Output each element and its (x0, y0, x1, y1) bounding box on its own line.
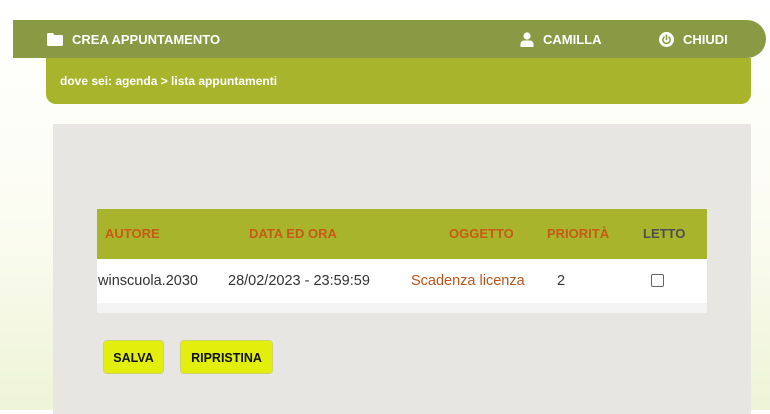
header-data-ora[interactable]: DATA ED ORA (249, 226, 337, 241)
cell-priorita: 2 (557, 273, 566, 289)
cell-oggetto-link[interactable]: Scadenza licenza (411, 273, 525, 289)
reset-button[interactable]: RIPRISTINA (180, 340, 273, 374)
save-button[interactable]: SALVA (103, 340, 164, 374)
user-icon (520, 31, 534, 47)
header-autore[interactable]: AUTORE (105, 226, 160, 241)
table-header: AUTORE DATA ED ORA OGGETTO PRIORITÀ LETT… (97, 209, 707, 259)
create-appointment-label: CREA APPUNTAMENTO (72, 31, 221, 47)
table-footer (97, 303, 707, 313)
folder-icon (47, 32, 63, 46)
breadcrumb-text: dove sei: agenda > lista appuntamenti (60, 74, 278, 88)
header-oggetto[interactable]: OGGETTO (449, 226, 514, 241)
appointments-table: AUTORE DATA ED ORA OGGETTO PRIORITÀ LETT… (97, 209, 707, 313)
cell-autore: winscuola.2030 (98, 273, 198, 289)
main-panel: AUTORE DATA ED ORA OGGETTO PRIORITÀ LETT… (53, 124, 751, 414)
breadcrumb: dove sei: agenda > lista appuntamenti (46, 58, 751, 104)
table-row: winscuola.2030 28/02/2023 - 23:59:59 Sca… (97, 259, 707, 303)
top-navigation-bar: CREA APPUNTAMENTO CAMILLA CHIUDI (13, 20, 766, 58)
letto-checkbox[interactable] (651, 274, 664, 287)
header-letto[interactable]: LETTO (643, 226, 685, 241)
create-appointment-button[interactable]: CREA APPUNTAMENTO (47, 20, 220, 58)
header-priorita[interactable]: PRIORITÀ (547, 226, 609, 241)
close-label: CHIUDI (683, 31, 728, 47)
cell-data-ora: 28/02/2023 - 23:59:59 (228, 273, 370, 289)
user-menu-button[interactable]: CAMILLA (520, 20, 602, 58)
power-icon (659, 31, 674, 47)
close-button[interactable]: CHIUDI (659, 20, 728, 58)
user-name-label: CAMILLA (543, 31, 602, 47)
